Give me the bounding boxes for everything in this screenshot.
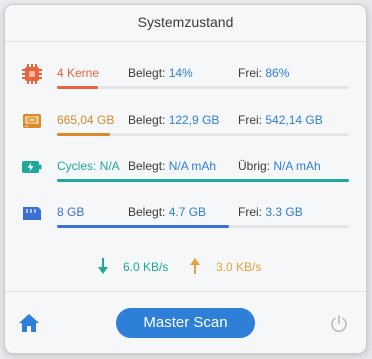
memory-used-text: Belegt: 4.7 GB: [128, 205, 206, 219]
battery-cycles-text: Cycles: N/A: [57, 159, 120, 173]
battery-used-key: Belegt:: [128, 159, 169, 173]
battery-charging-icon: [21, 156, 43, 178]
memory-row: 8 GB Belegt: 4.7 GB Frei: 3.3 GB: [5, 202, 366, 242]
battery-level-track: [57, 179, 349, 182]
battery-level-fill: [57, 179, 349, 182]
footer-divider: [5, 291, 366, 292]
disk-used-value: 122,9 GB: [168, 113, 220, 127]
cpu-used-key: Belegt:: [128, 66, 169, 80]
memory-total-text: 8 GB: [57, 205, 85, 219]
disk-free-value: 542,14 GB: [265, 113, 323, 127]
memory-card-icon: [21, 202, 43, 224]
download-arrow-icon: [97, 257, 109, 280]
download-speed-text: 6.0 KB/s: [123, 260, 169, 274]
disk-used-text: Belegt: 122,9 GB: [128, 113, 219, 127]
disk-used-key: Belegt:: [128, 113, 169, 127]
popover-title: Systemzustand: [137, 14, 234, 30]
cpu-usage-fill: [57, 86, 98, 89]
battery-remaining-key: Übrig:: [238, 159, 274, 173]
power-icon[interactable]: [329, 314, 349, 339]
cpu-row: 4 Kerne Belegt: 14% Frei: 86%: [5, 63, 366, 103]
memory-free-key: Frei:: [238, 205, 266, 219]
title-divider: [5, 41, 366, 42]
disk-usage-fill: [57, 133, 110, 136]
hard-drive-icon: [21, 110, 43, 132]
memory-used-value: 4.7 GB: [168, 205, 207, 219]
cpu-free-value: 86%: [265, 66, 290, 80]
memory-used-key: Belegt:: [128, 205, 169, 219]
disk-usage-track: [57, 133, 349, 136]
cpu-free-key: Frei:: [238, 66, 266, 80]
memory-free-value: 3.3 GB: [265, 205, 303, 219]
memory-usage-fill: [57, 225, 230, 228]
home-icon[interactable]: [18, 313, 40, 338]
upload-speed-text: 3.0 KB/s: [216, 260, 262, 274]
disk-free-text: Frei: 542,14 GB: [238, 113, 323, 127]
memory-usage-track: [57, 225, 349, 228]
cpu-used-value: 14%: [168, 66, 193, 80]
disk-total-text: 665,04 GB: [57, 113, 115, 127]
disk-free-key: Frei:: [238, 113, 266, 127]
battery-remaining-value: N/A mAh: [273, 159, 321, 173]
battery-row: Cycles: N/A Belegt: N/A mAh Übrig: N/A m…: [5, 156, 366, 196]
cpu-cores-text: 4 Kerne: [57, 66, 100, 80]
battery-used-text: Belegt: N/A mAh: [128, 159, 216, 173]
battery-remaining-text: Übrig: N/A mAh: [238, 159, 321, 173]
cpu-usage-track: [57, 86, 349, 89]
master-scan-button[interactable]: Master Scan: [116, 308, 255, 338]
memory-free-text: Frei: 3.3 GB: [238, 205, 303, 219]
cpu-free-text: Frei: 86%: [238, 66, 289, 80]
upload-arrow-icon: [189, 257, 201, 280]
cpu-used-text: Belegt: 14%: [128, 66, 193, 80]
battery-used-value: N/A mAh: [168, 159, 217, 173]
cpu-chip-icon: [21, 63, 43, 85]
disk-row: 665,04 GB Belegt: 122,9 GB Frei: 542,14 …: [5, 110, 366, 150]
system-status-popover: Systemzustand 4 Kerne Belegt: 14% Frei: …: [4, 4, 367, 354]
